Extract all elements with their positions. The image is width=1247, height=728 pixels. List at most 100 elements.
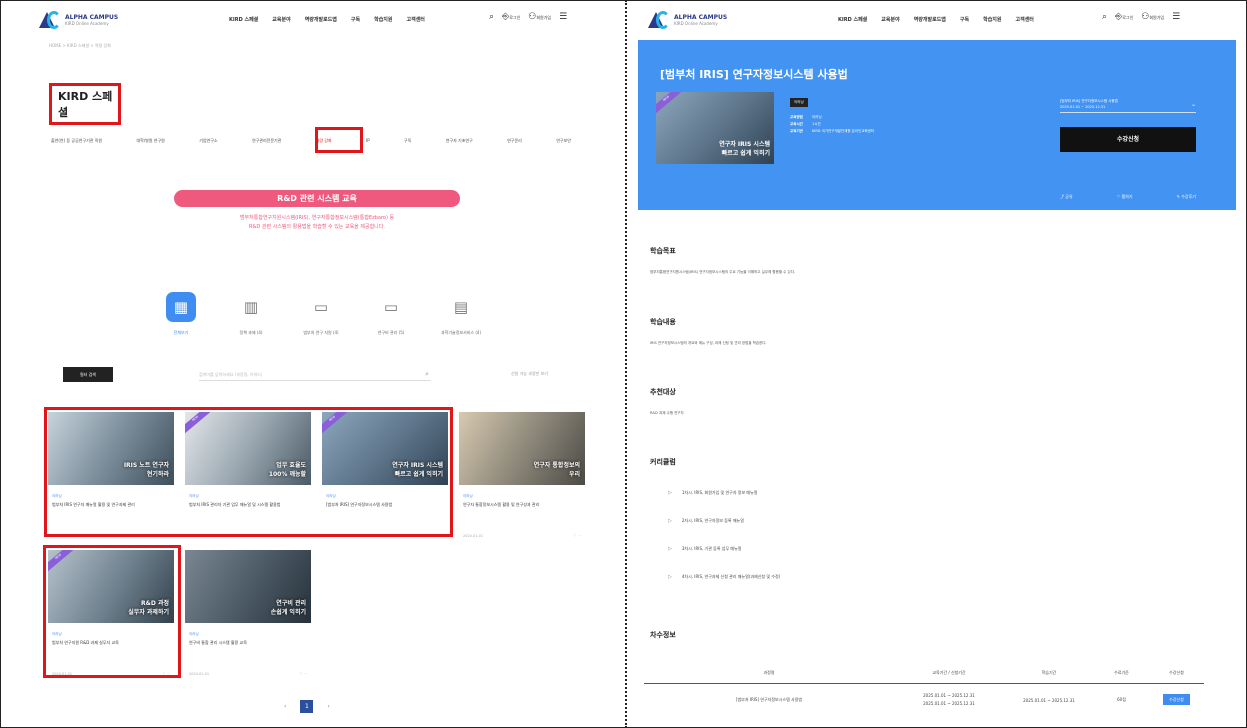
login-icon[interactable]: ⎆로그인 — [502, 12, 520, 22]
search-placeholder: 검색어를 입력하세요 (과정명, 키워드) — [199, 372, 263, 377]
search-icon[interactable]: ⌕ — [1102, 12, 1107, 22]
join-icon[interactable]: ⚇회원가입 — [528, 12, 551, 22]
tab-item[interactable]: 연구관리전문기관 — [252, 138, 281, 144]
play-icon: ▷ — [668, 518, 672, 524]
tab-item[interactable]: 출연(연) 등 공공연구기관 직원 — [51, 138, 102, 144]
section-curriculum: 커리큘럼 — [650, 457, 676, 467]
course-title: 연구자 통합정보시스템 활용 및 연구성과 관리 — [463, 502, 540, 507]
section-objectives: 학습목표 범부처통합연구지원시스템(IRIS) 연구자정보시스템의 주요 기능을… — [650, 246, 795, 275]
curriculum-item[interactable]: ▷ 2차시. IRIS, 연구자정보 등록 매뉴얼 — [668, 518, 780, 546]
course-card[interactable]: 연구비 관리 손쉽게 익히기 이러닝 연구비 통합 관리 시스템 활용 교육 20… — [185, 550, 311, 678]
course-thumbnail: 연구비 관리 손쉽게 익히기 — [185, 550, 311, 623]
section-heading: 차수정보 — [650, 631, 676, 639]
subcategory-item[interactable]: ▥ 정책 과제 (4) — [221, 292, 281, 336]
tab-item[interactable]: 기업연구소 — [199, 138, 217, 144]
course-hero: [범부처 IRIS] 연구자정보시스템 사용법 NEW 연구자 IRIS 시스템… — [638, 40, 1236, 210]
wishlist-button[interactable]: ♡ 찜하기 — [1117, 194, 1133, 200]
main-nav: KIRD 스페셜 교육분야 역량개발로드맵 구독 학습지원 고객센터 — [838, 16, 1034, 23]
session-select[interactable]: [범부처 IRIS] 연구자정보시스템 사용법 2025.01.01 ~ 202… — [1060, 98, 1196, 113]
laptop-icon: ▤ — [453, 298, 469, 316]
pane-divider — [625, 0, 627, 728]
nav-item[interactable]: 역량개발로드맵 — [305, 16, 337, 23]
nav-item[interactable]: 학습지원 — [983, 16, 1001, 23]
section-text: 범부처통합연구지원시스템(IRIS) 연구자정보시스템의 주요 기능을 이해하고… — [650, 270, 796, 274]
subcategory-label: 과학기술정보서비스 (4) — [440, 330, 482, 335]
breadcrumb: HOME > KIRD 스페셜 > 역량 강화 — [49, 43, 111, 48]
monitor-icon: ▭ — [383, 298, 399, 316]
site-logo[interactable]: ALPHA CAMPUS KIRD Online Academy — [648, 10, 727, 30]
join-icon[interactable]: ⚇회원가입 — [1141, 12, 1164, 22]
review-button[interactable]: ✎ 수강후기 — [1177, 194, 1196, 200]
menu-icon[interactable]: ☰ — [559, 12, 567, 22]
course-title: 연구비 통합 관리 시스템 활용 교육 — [189, 640, 247, 645]
header-icons: ⌕ ⎆로그인 ⚇회원가입 ☰ — [1102, 12, 1180, 22]
play-icon: ▷ — [668, 574, 672, 580]
subcategory-item[interactable]: ▤ 과학기술정보서비스 (4) — [431, 292, 491, 336]
section-sessions: 차수정보 — [650, 630, 676, 640]
nav-item[interactable]: 고객센터 — [407, 16, 425, 23]
menu-icon[interactable]: ☰ — [1172, 12, 1180, 22]
curriculum-item[interactable]: ▷ 1차시. IRIS, 회원가입 및 연구자 정보 매뉴얼 — [668, 490, 780, 518]
left-pane-list-page: ALPHA CAMPUS KIRD Online Academy KIRD 스페… — [1, 0, 624, 728]
course-footer: 2024.01.01 ♡ ⋯ — [463, 534, 581, 538]
course-thumbnail: 연구자 통합정보의 우리 — [459, 412, 585, 485]
header-icons: ⌕ ⎆로그인 ⚇회원가입 ☰ — [489, 12, 567, 22]
subcategory-item[interactable]: ▭ 범부처 연구 지원 (4) — [291, 292, 351, 336]
subcategory-all[interactable]: ▦ 전체보기 — [151, 292, 211, 336]
logo-sub: KIRD Online Academy — [65, 21, 109, 26]
site-header: ALPHA CAMPUS KIRD Online Academy KIRD 스페… — [628, 0, 1246, 40]
grid-icon: ▦ — [166, 292, 196, 322]
nav-item[interactable]: 구독 — [960, 16, 969, 23]
row-apply-button[interactable]: 수강신청 — [1163, 694, 1190, 705]
tab-item[interactable]: 연구윤리 — [507, 138, 522, 144]
login-icon[interactable]: ⎆로그인 — [1115, 12, 1133, 22]
building-icon: ▥ — [243, 298, 259, 316]
logo-mark-icon — [39, 10, 61, 30]
next-page-button[interactable]: › — [327, 703, 329, 710]
tab-item[interactable]: IP — [366, 138, 370, 144]
nav-item[interactable]: KIRD 스페셜 — [229, 16, 258, 23]
session-table: 과정명 교육기간 / 신청기간 학습기간 수료기준 수강신청 [범부처 IRIS… — [644, 662, 1204, 716]
section-banner: R&D 관련 시스템 교육 — [174, 190, 460, 207]
search-input[interactable]: 검색어를 입력하세요 (과정명, 키워드) ⌕ — [199, 369, 431, 381]
banner-line: 범부처통합연구지원시스템(IRIS), 연구자통합정보시스템(통합Ezbaro)… — [239, 215, 395, 221]
nav-item[interactable]: 고객센터 — [1016, 16, 1034, 23]
nav-item[interactable]: 교육분야 — [881, 16, 899, 23]
apply-button[interactable]: 수강신청 — [1060, 127, 1196, 152]
nav-item[interactable]: 역량개발로드맵 — [914, 16, 946, 23]
search-icon[interactable]: ⌕ — [425, 370, 429, 379]
nav-item[interactable]: KIRD 스페셜 — [838, 16, 867, 23]
prev-page-button[interactable]: ‹ — [284, 703, 286, 710]
curriculum-item[interactable]: ▷ 3차시. IRIS, 기관 등록 업무 매뉴얼 — [668, 546, 780, 574]
page-number-current[interactable]: 1 — [300, 700, 314, 713]
play-icon: ▷ — [668, 490, 672, 496]
subcategory-label: 범부처 연구 지원 (4) — [303, 330, 339, 335]
chevron-down-icon: ⌄ — [1190, 101, 1196, 108]
right-pane-detail-page: ALPHA CAMPUS KIRD Online Academy KIRD 스페… — [628, 0, 1246, 728]
filter-button[interactable]: 필터 검색 — [63, 367, 113, 382]
subcategory-label: 연구비 관리 (5) — [377, 330, 405, 335]
tab-item[interactable]: 구독 — [404, 138, 411, 144]
share-button[interactable]: ⤴ 공유 — [1060, 194, 1073, 200]
subcategory-item[interactable]: ▭ 연구비 관리 (5) — [361, 292, 421, 336]
nav-item[interactable]: 구독 — [351, 16, 360, 23]
nav-item[interactable]: 교육분야 — [272, 16, 290, 23]
tab-item[interactable]: 연구보안 — [556, 138, 571, 144]
logo-name: ALPHA CAMPUS — [65, 14, 119, 21]
site-logo[interactable]: ALPHA CAMPUS KIRD Online Academy — [39, 10, 118, 30]
section-heading: 추천대상 — [650, 388, 676, 396]
logo-sub: KIRD Online Academy — [674, 21, 718, 26]
available-only-toggle[interactable]: 신청 가능 과정만 보기 — [511, 371, 548, 377]
section-target: 추천대상 R&D 과제 수행 연구자 — [650, 387, 684, 416]
nav-item[interactable]: 학습지원 — [374, 16, 392, 23]
course-card[interactable]: 연구자 통합정보의 우리 이러닝 연구자 통합정보시스템 활용 및 연구성과 관리… — [459, 412, 585, 540]
curriculum-item[interactable]: ▷ 4차시. IRIS, 연구과제 신청 관리 매뉴얼(과제신청 및 수정) — [668, 574, 780, 602]
course-thumbnail: NEW 연구자 IRIS 시스템 빠르고 쉽게 익히기 — [656, 92, 774, 164]
pagination: ‹ 1 › — [284, 700, 330, 713]
category-tabs: 출연(연) 등 공공연구기관 직원 대학/병원 연구원 기업연구소 연구관리전문… — [51, 138, 571, 144]
curriculum-list: ▷ 1차시. IRIS, 회원가입 및 연구자 정보 매뉴얼 ▷ 2차시. IRIS… — [668, 490, 780, 602]
tab-item[interactable]: 대학/병원 연구원 — [136, 138, 164, 144]
search-icon[interactable]: ⌕ — [489, 12, 494, 22]
course-type: 이러닝 — [463, 494, 473, 498]
tab-item[interactable]: 연구자 기초연구 — [446, 138, 473, 144]
